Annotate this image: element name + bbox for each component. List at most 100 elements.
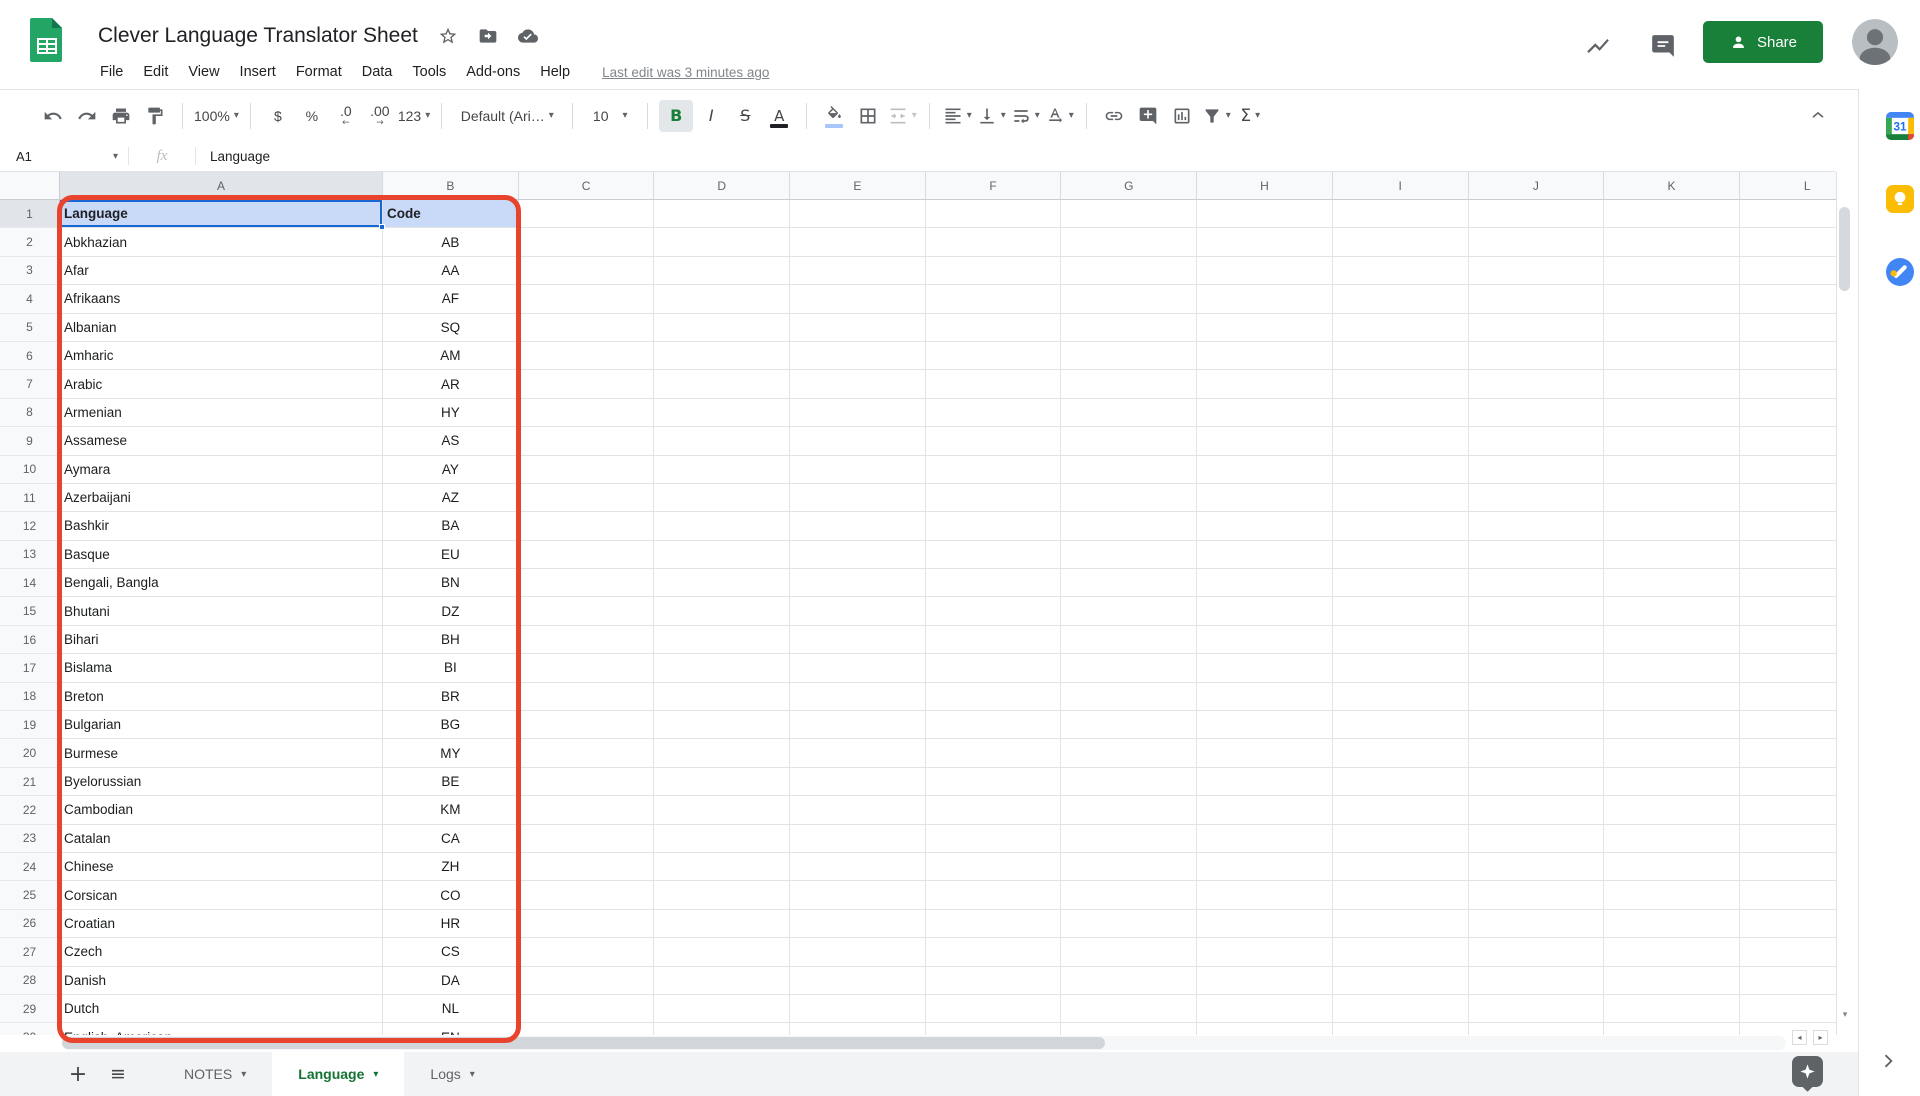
- cell-K20[interactable]: [1604, 739, 1740, 768]
- cell-K15[interactable]: [1604, 597, 1740, 626]
- insert-comment-button[interactable]: [1132, 100, 1164, 132]
- column-header-K[interactable]: K: [1604, 172, 1740, 200]
- cell-K6[interactable]: [1604, 341, 1740, 371]
- insert-chart-button[interactable]: [1166, 100, 1198, 132]
- cell-D2[interactable]: [654, 228, 791, 257]
- cell-E24[interactable]: [790, 852, 926, 882]
- cell-I12[interactable]: [1332, 512, 1469, 541]
- cell-C29[interactable]: [518, 994, 655, 1024]
- row-header-6[interactable]: 6: [0, 341, 60, 371]
- cell-J21[interactable]: [1468, 767, 1605, 797]
- cell-A6[interactable]: Amharic: [60, 341, 383, 371]
- cell-F12[interactable]: [925, 512, 1062, 541]
- cell-C30[interactable]: [519, 1023, 655, 1035]
- cell-F8[interactable]: [925, 398, 1062, 428]
- cell-L28[interactable]: [1739, 967, 1836, 995]
- cell-E4[interactable]: [790, 285, 926, 314]
- cell-C8[interactable]: [518, 398, 655, 428]
- cell-H7[interactable]: [1197, 370, 1333, 399]
- cell-B21[interactable]: BE: [383, 767, 519, 797]
- merge-cells-button[interactable]: ▾: [886, 100, 918, 132]
- cell-C28[interactable]: [518, 966, 655, 995]
- cell-C6[interactable]: [518, 341, 655, 371]
- cell-A23[interactable]: Catalan: [60, 824, 383, 853]
- cell-C17[interactable]: [518, 654, 655, 683]
- cell-I15[interactable]: [1332, 597, 1469, 626]
- cell-L16[interactable]: [1739, 626, 1836, 655]
- cell-D13[interactable]: [654, 540, 791, 570]
- cell-L20[interactable]: [1739, 739, 1836, 768]
- cell-C19[interactable]: [518, 711, 655, 740]
- column-header-I[interactable]: I: [1332, 172, 1469, 200]
- cell-F24[interactable]: [925, 852, 1062, 882]
- cell-I17[interactable]: [1332, 654, 1469, 683]
- menu-view[interactable]: View: [188, 62, 219, 82]
- cell-L19[interactable]: [1739, 711, 1836, 740]
- explore-button[interactable]: [1792, 1056, 1823, 1087]
- cell-B4[interactable]: AF: [383, 285, 519, 314]
- cell-K25[interactable]: [1604, 881, 1740, 910]
- cell-I14[interactable]: [1332, 569, 1469, 598]
- cell-J11[interactable]: [1468, 483, 1605, 513]
- cell-G30[interactable]: [1061, 1023, 1198, 1035]
- cell-I5[interactable]: [1332, 313, 1469, 342]
- cell-B9[interactable]: AS: [383, 427, 519, 456]
- cell-K8[interactable]: [1604, 398, 1740, 428]
- cell-A27[interactable]: Czech: [60, 938, 383, 967]
- cell-D12[interactable]: [654, 512, 791, 541]
- sheet-tab-notes[interactable]: NOTES ▾: [166, 1052, 264, 1096]
- cell-H14[interactable]: [1197, 569, 1333, 598]
- cell-I29[interactable]: [1332, 994, 1469, 1024]
- sheet-tab-language[interactable]: Language ▾: [272, 1052, 405, 1096]
- cell-D22[interactable]: [654, 796, 791, 825]
- cell-A30[interactable]: English, American: [60, 1023, 383, 1035]
- row-header-28[interactable]: 28: [0, 966, 60, 995]
- cell-L17[interactable]: [1739, 654, 1836, 683]
- cell-C22[interactable]: [518, 796, 655, 825]
- cell-C21[interactable]: [518, 767, 655, 797]
- cell-G25[interactable]: [1061, 881, 1198, 910]
- cell-J1[interactable]: [1468, 200, 1605, 229]
- cell-A19[interactable]: Bulgarian: [60, 711, 383, 740]
- cell-G15[interactable]: [1061, 597, 1198, 626]
- cell-D27[interactable]: [654, 938, 791, 967]
- text-rotation-button[interactable]: ▾: [1043, 100, 1075, 132]
- cell-H5[interactable]: [1197, 313, 1333, 342]
- cell-G10[interactable]: [1061, 455, 1198, 484]
- cell-F19[interactable]: [925, 711, 1062, 740]
- cell-F18[interactable]: [925, 682, 1062, 712]
- cell-F30[interactable]: [926, 1023, 1062, 1035]
- cell-H23[interactable]: [1197, 824, 1333, 853]
- cell-I22[interactable]: [1332, 796, 1469, 825]
- name-box[interactable]: A1 ▾: [0, 141, 128, 171]
- formula-input[interactable]: Language: [196, 149, 270, 164]
- cell-A14[interactable]: Bengali, Bangla: [60, 569, 383, 598]
- cell-I4[interactable]: [1332, 285, 1469, 314]
- scroll-right-icon[interactable]: ▸: [1813, 1030, 1828, 1045]
- cell-E26[interactable]: [790, 909, 926, 939]
- sheets-logo-icon[interactable]: [30, 17, 64, 64]
- cell-J12[interactable]: [1468, 512, 1605, 541]
- cell-B13[interactable]: EU: [383, 540, 519, 570]
- cell-E12[interactable]: [790, 512, 926, 541]
- cell-C4[interactable]: [518, 285, 655, 314]
- cell-E19[interactable]: [790, 711, 926, 740]
- cell-B8[interactable]: HY: [383, 398, 519, 428]
- cell-L27[interactable]: [1739, 938, 1836, 967]
- cell-H2[interactable]: [1197, 228, 1333, 257]
- cell-B2[interactable]: AB: [383, 228, 519, 257]
- cell-A10[interactable]: Aymara: [60, 455, 383, 484]
- cell-F17[interactable]: [925, 654, 1062, 683]
- italic-button[interactable]: I: [695, 100, 727, 132]
- cell-A22[interactable]: Cambodian: [60, 796, 383, 825]
- cell-J30[interactable]: [1469, 1023, 1605, 1035]
- more-formats-button[interactable]: 123 ▾: [398, 100, 430, 132]
- print-button[interactable]: [105, 100, 137, 132]
- filter-button[interactable]: ▾: [1200, 100, 1232, 132]
- font-select[interactable]: Default (Ari… ▾: [453, 100, 561, 132]
- row-header-19[interactable]: 19: [0, 711, 60, 740]
- cell-H18[interactable]: [1197, 682, 1333, 712]
- cell-K26[interactable]: [1604, 909, 1740, 939]
- cell-F13[interactable]: [925, 540, 1062, 570]
- cell-I21[interactable]: [1332, 767, 1469, 797]
